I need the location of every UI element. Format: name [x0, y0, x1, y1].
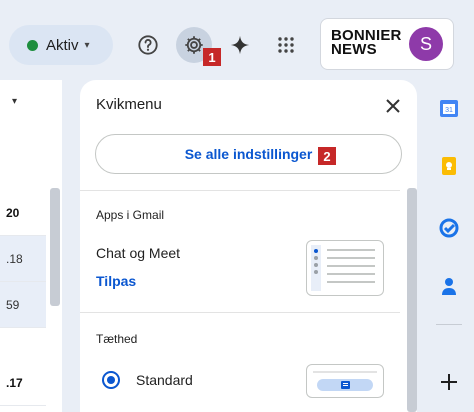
- annotation-badge-1: 1: [203, 48, 221, 66]
- annotation-badge-2: 2: [318, 147, 336, 165]
- list-item[interactable]: .18: [0, 236, 46, 282]
- density-standard-radio[interactable]: [102, 371, 120, 389]
- customize-link[interactable]: Tilpas: [96, 273, 136, 289]
- brand-logo: BONNIER NEWS: [331, 28, 402, 58]
- see-all-settings-label: Se alle indstillinger: [184, 146, 313, 162]
- side-rail: 31: [424, 80, 474, 412]
- account-switcher[interactable]: BONNIER NEWS S: [320, 18, 454, 70]
- keep-icon: [442, 157, 456, 175]
- apps-button[interactable]: [268, 27, 304, 63]
- calendar-button[interactable]: 31: [437, 96, 461, 120]
- list-item-date: 59: [6, 297, 20, 312]
- calendar-icon: 31: [440, 100, 458, 117]
- layout-preview-icon: [311, 245, 375, 291]
- quick-settings-panel: Kvikmenu Se alle indstillinger Apps i Gm…: [80, 80, 417, 412]
- list-item-date: 20: [6, 205, 20, 220]
- see-all-settings-button[interactable]: Se alle indstillinger: [95, 134, 402, 174]
- chat-meet-preview-thumbnail: [306, 240, 384, 296]
- avatar[interactable]: S: [409, 27, 443, 61]
- close-icon: [386, 99, 400, 113]
- svg-text:31: 31: [445, 107, 453, 114]
- divider: [80, 312, 400, 313]
- close-button[interactable]: [379, 92, 407, 120]
- help-button[interactable]: [130, 27, 166, 63]
- list-item[interactable]: .17: [0, 360, 46, 406]
- panel-scrollbar[interactable]: [407, 188, 417, 412]
- tasks-button[interactable]: [437, 216, 461, 240]
- chevron-down-icon: ▾: [84, 39, 90, 51]
- list-item-date: .17: [6, 375, 23, 390]
- section-title-density: Tæthed: [96, 332, 138, 346]
- divider: [80, 190, 400, 191]
- keep-button[interactable]: [437, 154, 461, 178]
- status-chip[interactable]: Aktiv ▾: [9, 25, 113, 65]
- contacts-button[interactable]: [437, 274, 461, 298]
- radio-selected-dot: [107, 376, 115, 384]
- list-scrollbar[interactable]: [50, 188, 60, 306]
- gemini-button[interactable]: [222, 27, 258, 63]
- list-item[interactable]: 59: [0, 282, 46, 328]
- get-addons-button[interactable]: [437, 370, 461, 394]
- panel-title: Kvikmenu: [96, 96, 162, 113]
- list-item-date: .18: [6, 251, 23, 266]
- chat-meet-label: Chat og Meet: [96, 245, 181, 261]
- sparkle-icon: [230, 35, 250, 55]
- add-icon: [441, 374, 457, 390]
- list-item[interactable]: 20: [0, 190, 46, 236]
- help-icon: [138, 35, 158, 55]
- apps-grid-icon: [278, 37, 294, 53]
- contacts-icon: [442, 278, 456, 295]
- section-title-apps: Apps i Gmail: [96, 208, 165, 222]
- density-standard-label: Standard: [136, 372, 193, 388]
- status-label: Aktiv: [46, 36, 79, 54]
- density-preview-icon: [313, 371, 377, 391]
- sort-chevron-icon[interactable]: ▾: [12, 96, 17, 107]
- gear-icon: [185, 36, 203, 54]
- density-preview-thumbnail: [306, 364, 384, 398]
- tasks-icon: [439, 218, 459, 238]
- brand-line-2: NEWS: [331, 41, 377, 58]
- active-status-dot: [27, 39, 38, 51]
- rail-divider: [436, 324, 462, 325]
